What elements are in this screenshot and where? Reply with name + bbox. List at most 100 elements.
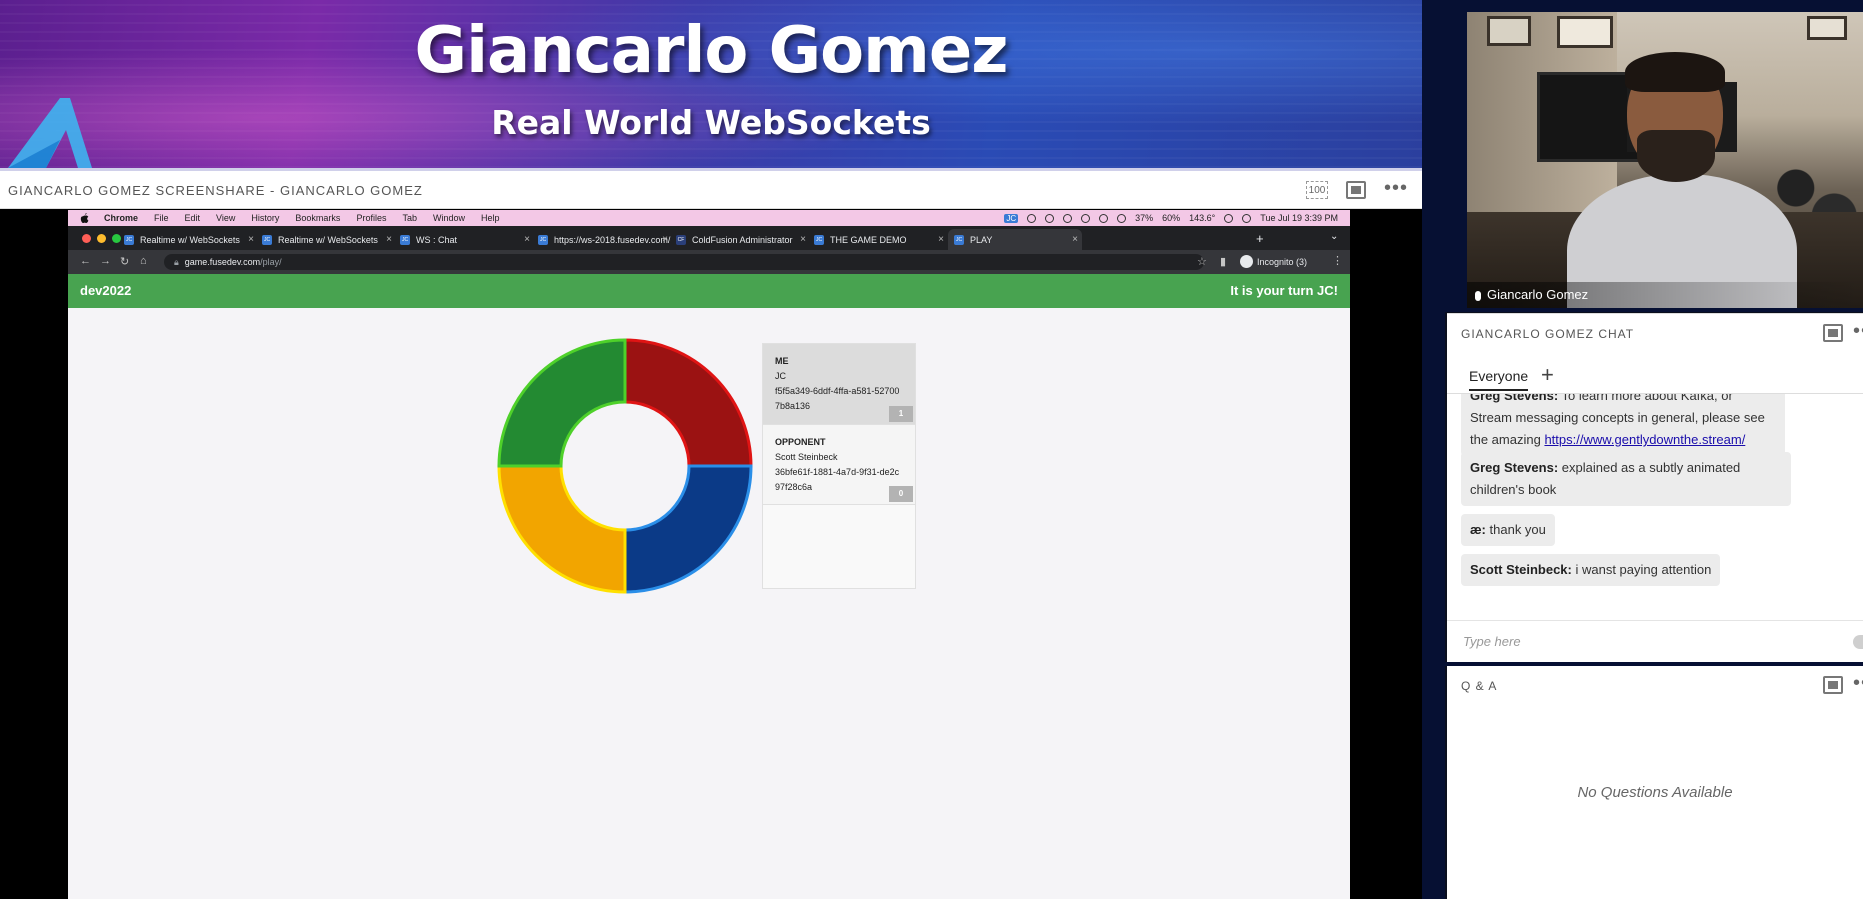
presenter-name: Giancarlo Gomez — [1487, 287, 1589, 302]
home-icon[interactable]: ⌂ — [140, 255, 147, 267]
browser-tab[interactable]: JC WS : Chat × — [400, 229, 534, 250]
incognito-indicator[interactable]: Incognito (3) — [1240, 255, 1307, 268]
tab-search-icon[interactable]: ⌄ — [1330, 231, 1338, 242]
back-icon[interactable]: ← — [80, 255, 91, 267]
green-segment[interactable] — [497, 338, 627, 468]
display-icon[interactable] — [1081, 213, 1091, 223]
player-score: 0 — [889, 486, 913, 502]
more-options-icon[interactable]: •• — [1853, 676, 1863, 694]
chat-pod-controls: •• — [1823, 324, 1863, 342]
red-segment[interactable] — [623, 338, 753, 468]
menu-edit[interactable]: Edit — [185, 213, 201, 223]
forward-icon[interactable]: → — [100, 255, 111, 267]
fullscreen-icon[interactable] — [1823, 324, 1843, 342]
jc-status-badge[interactable]: JC — [1004, 213, 1019, 223]
chat-message-list[interactable]: Greg Stevens: To learn more about Kafka,… — [1461, 394, 1851, 620]
new-tab-icon[interactable]: + — [1256, 231, 1264, 246]
send-icon[interactable] — [1853, 635, 1863, 649]
lock-icon[interactable]: 🔒︎ — [174, 257, 179, 267]
menu-file[interactable]: File — [154, 213, 169, 223]
chat-tabs: Everyone + — [1447, 362, 1863, 394]
bookmark-star-icon[interactable]: ☆ — [1197, 255, 1207, 268]
jc-favicon-icon: JC — [124, 234, 134, 245]
message-link[interactable]: https://www.gentlydownthe.stream/ — [1544, 432, 1745, 447]
menu-profiles[interactable]: Profiles — [356, 213, 386, 223]
qa-title: Q & A — [1461, 679, 1498, 693]
cpu-usage[interactable]: 37% — [1135, 213, 1153, 223]
minimize-window-button[interactable] — [97, 234, 106, 243]
game-header: dev2022 It is your turn JC! — [68, 274, 1350, 308]
incognito-icon — [1240, 255, 1253, 268]
menu-window[interactable]: Window — [433, 213, 465, 223]
message-author: Greg Stevens: — [1470, 460, 1559, 475]
tab-everyone[interactable]: Everyone — [1469, 368, 1529, 391]
jc-favicon-icon: JC — [814, 234, 824, 245]
menu-help[interactable]: Help — [481, 213, 500, 223]
close-tab-icon[interactable]: × — [386, 234, 392, 245]
incognito-label: Incognito (3) — [1257, 256, 1308, 267]
menu-history[interactable]: History — [251, 213, 279, 223]
target-icon[interactable] — [1063, 213, 1073, 223]
tab-label: ColdFusion Administrator — [692, 234, 793, 245]
turn-message: It is your turn JC! — [1230, 283, 1338, 298]
zoom-level-icon[interactable]: 100 — [1306, 181, 1328, 199]
temperature-readout[interactable]: 143.6° — [1189, 213, 1215, 223]
player-score: 1 — [889, 406, 913, 422]
tab-label: PLAY — [970, 234, 993, 245]
browser-toolbar: ← → ↻ ⌂ 🔒︎ game.fusedev.com/play/ ☆ ▮ Inc… — [68, 250, 1350, 274]
menu-tab[interactable]: Tab — [402, 213, 417, 223]
zoom-window-button[interactable] — [112, 234, 121, 243]
players-panel: ME JC f5f5a349-6ddf-4ffa-a581-527007b8a1… — [762, 343, 916, 589]
player-id: f5f5a349-6ddf-4ffa-a581-527007b8a136 — [775, 386, 900, 411]
yellow-segment[interactable] — [497, 464, 627, 594]
battery-level[interactable]: 60% — [1162, 213, 1180, 223]
close-tab-icon[interactable]: × — [1072, 234, 1078, 245]
chat-input[interactable]: Type here — [1447, 620, 1863, 662]
menu-view[interactable]: View — [216, 213, 235, 223]
browser-tab[interactable]: JC Realtime w/ WebSockets × — [262, 229, 396, 250]
more-options-icon[interactable]: ••• — [1384, 178, 1408, 199]
presentation-banner: Giancarlo Gomez Real World WebSockets — [0, 0, 1422, 168]
message-author: æ: — [1470, 522, 1486, 537]
volume-icon[interactable] — [1099, 213, 1109, 223]
tab-label: https://ws-2018.fusedev.com/ — [554, 234, 671, 245]
wifi-icon[interactable] — [1224, 213, 1234, 223]
browser-tab[interactable]: JC https://ws-2018.fusedev.com/ × — [538, 229, 672, 250]
browser-tab-active[interactable]: JC PLAY × — [948, 229, 1082, 250]
browser-tab[interactable]: JC THE GAME DEMO × — [814, 229, 948, 250]
reload-icon[interactable]: ↻ — [120, 255, 129, 268]
tab-label: THE GAME DEMO — [830, 234, 907, 245]
skype-icon[interactable] — [1045, 213, 1055, 223]
game-brand[interactable]: dev2022 — [80, 283, 131, 298]
add-chat-tab-icon[interactable]: + — [1541, 362, 1554, 388]
search-icon[interactable] — [1242, 213, 1252, 223]
message-author: Scott Steinbeck: — [1470, 562, 1572, 577]
close-tab-icon[interactable]: × — [524, 234, 530, 245]
dropbox-icon[interactable] — [1027, 213, 1037, 223]
browser-menu-icon[interactable]: ⋮ — [1332, 254, 1343, 267]
apple-logo-icon[interactable] — [78, 213, 92, 223]
close-tab-icon[interactable]: × — [938, 234, 944, 245]
screenshare-title: GIANCARLO GOMEZ SCREENSHARE - GIANCARLO … — [8, 183, 423, 198]
shield-icon[interactable] — [1117, 213, 1127, 223]
browser-tab[interactable]: CF ColdFusion Administrator × — [676, 229, 810, 250]
banner-title: Giancarlo Gomez — [414, 14, 1009, 88]
coldfusion-favicon-icon: CF — [676, 234, 686, 245]
menu-clock[interactable]: Tue Jul 19 3:39 PM — [1260, 213, 1338, 223]
menu-app-name[interactable]: Chrome — [104, 213, 138, 223]
browser-tab[interactable]: JC Realtime w/ WebSockets × — [124, 229, 258, 250]
side-panel-icon[interactable]: ▮ — [1220, 255, 1226, 268]
menu-bookmarks[interactable]: Bookmarks — [295, 213, 340, 223]
browser-tab-bar: JC Realtime w/ WebSockets × JC Realtime … — [68, 226, 1350, 250]
blue-segment[interactable] — [623, 464, 753, 594]
fullscreen-icon[interactable] — [1823, 676, 1843, 694]
fullscreen-icon[interactable] — [1346, 181, 1366, 199]
close-tab-icon[interactable]: × — [800, 234, 806, 245]
close-tab-icon[interactable]: × — [248, 234, 254, 245]
close-window-button[interactable] — [82, 234, 91, 243]
close-tab-icon[interactable]: × — [662, 234, 668, 245]
more-options-icon[interactable]: •• — [1853, 324, 1863, 342]
message-text: i wanst paying attention — [1575, 562, 1712, 577]
chat-message: Scott Steinbeck: i wanst paying attentio… — [1461, 554, 1721, 586]
address-bar[interactable]: 🔒︎ game.fusedev.com/play/ — [164, 254, 1204, 270]
